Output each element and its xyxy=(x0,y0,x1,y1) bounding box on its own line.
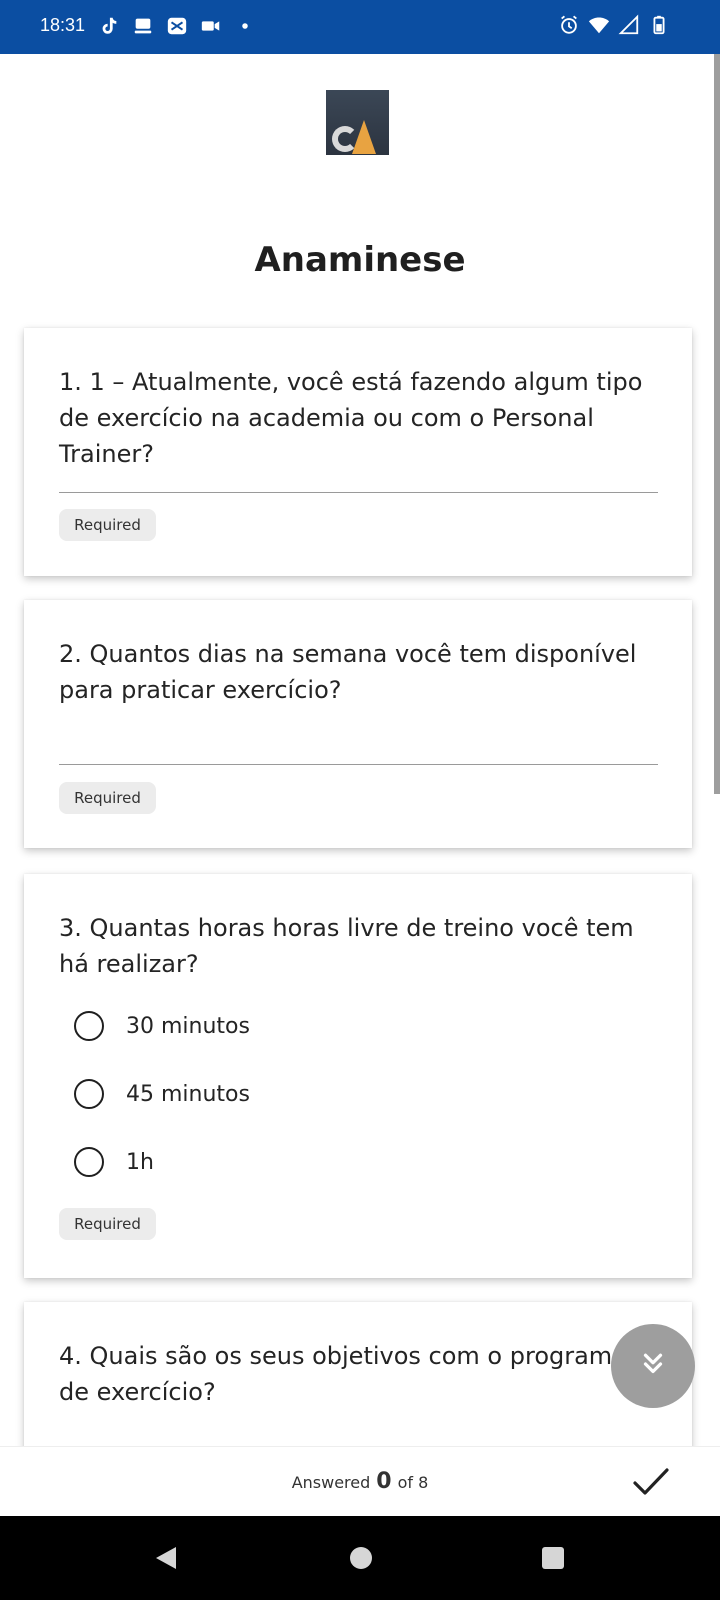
radio-option-30-minutos[interactable]: 30 minutos xyxy=(74,1006,250,1046)
question-label: 1. 1 – Atualmente, você está fazendo alg… xyxy=(59,368,643,468)
tiktok-icon xyxy=(98,15,120,37)
radio-label: 30 minutos xyxy=(126,1013,250,1039)
status-notification-icons xyxy=(98,15,256,37)
radio-label: 45 minutos xyxy=(126,1081,250,1107)
answer-input-line[interactable] xyxy=(59,764,658,765)
cloud-stack-icon xyxy=(132,15,154,37)
signal-icon xyxy=(618,14,640,36)
alarm-icon xyxy=(558,14,580,36)
back-icon[interactable] xyxy=(154,1545,178,1575)
radio-button[interactable] xyxy=(74,1079,104,1109)
question-card-3: 3. Quantas horas horas livre de treino v… xyxy=(24,874,692,1278)
answered-label: Answered xyxy=(291,1473,371,1492)
question-card-2: 2. Quantos dias na semana você tem dispo… xyxy=(24,600,692,848)
answered-count: 0 xyxy=(376,1469,392,1494)
battery-icon xyxy=(648,14,670,36)
question-label: 3. Quantas horas horas livre de treino v… xyxy=(59,914,634,978)
wifi-icon xyxy=(588,14,610,36)
submit-button[interactable] xyxy=(632,1465,670,1499)
answer-input-line[interactable] xyxy=(59,492,658,493)
progress-footer: Answered 0 of 8 xyxy=(0,1446,720,1516)
status-system-icons xyxy=(558,14,670,36)
page-title: Anaminese xyxy=(254,240,466,280)
video-camera-icon xyxy=(200,15,222,37)
question-label: 2. Quantos dias na semana você tem dispo… xyxy=(59,640,637,704)
answered-total: of 8 xyxy=(397,1473,429,1492)
dot-icon xyxy=(234,15,256,37)
scroll-down-button[interactable] xyxy=(611,1324,695,1408)
radio-option-1h[interactable]: 1h xyxy=(74,1142,154,1182)
scrollbar-thumb[interactable] xyxy=(714,54,720,794)
answered-counter: Answered 0 of 8 xyxy=(0,1469,720,1494)
status-bar: 18:31 xyxy=(0,0,720,54)
home-icon[interactable] xyxy=(350,1547,372,1569)
radio-label: 1h xyxy=(126,1149,154,1175)
radio-button[interactable] xyxy=(74,1011,104,1041)
required-badge: Required xyxy=(59,782,156,814)
required-badge: Required xyxy=(59,509,156,541)
status-time: 18:31 xyxy=(40,15,86,35)
radio-option-45-minutos[interactable]: 45 minutos xyxy=(74,1074,250,1114)
check-icon xyxy=(632,1468,670,1503)
question-card-1: 1. 1 – Atualmente, você está fazendo alg… xyxy=(24,328,692,576)
recent-apps-icon[interactable] xyxy=(542,1547,564,1569)
brand-logo xyxy=(326,90,389,155)
radio-button[interactable] xyxy=(74,1147,104,1177)
capcut-icon xyxy=(166,15,188,37)
system-nav-bar xyxy=(0,1516,720,1600)
required-badge: Required xyxy=(59,1208,156,1240)
chevrons-down-icon xyxy=(638,1349,668,1383)
question-label: 4. Quais são os seus objetivos com o pro… xyxy=(59,1342,627,1406)
